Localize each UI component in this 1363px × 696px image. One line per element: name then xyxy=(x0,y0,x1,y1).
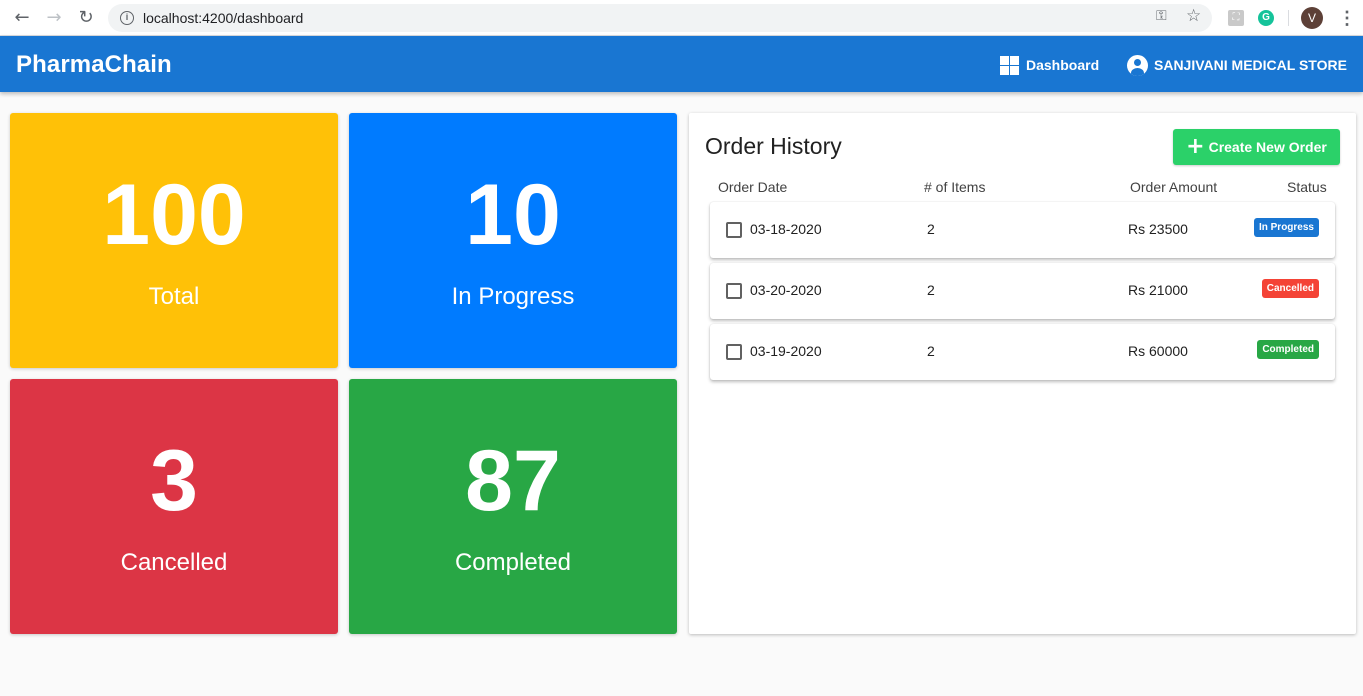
toolbar-divider xyxy=(1288,10,1289,26)
status-badge: Cancelled xyxy=(1261,279,1319,298)
dashboard-nav-button[interactable]: Dashboard xyxy=(1000,54,1099,76)
stat-value: 3 xyxy=(150,433,198,529)
status-badge: In Progress xyxy=(1253,218,1319,237)
dashboard-icon xyxy=(1000,55,1019,75)
stat-card-cancelled: 3 Cancelled xyxy=(10,379,338,634)
stat-value: 87 xyxy=(465,433,561,529)
column-header-status: Status xyxy=(1287,179,1327,195)
row-checkbox[interactable] xyxy=(726,222,742,238)
address-bar[interactable]: i localhost:4200/dashboard ⚿ ☆ xyxy=(108,4,1212,32)
account-circle-icon xyxy=(1127,54,1148,76)
table-row[interactable]: 03-18-2020 2 Rs 23500 In Progress xyxy=(710,202,1335,258)
key-icon[interactable]: ⚿ xyxy=(1156,8,1167,24)
panel-title: Order History xyxy=(705,133,842,159)
item-count: 2 xyxy=(927,343,935,359)
browser-toolbar: ← → ↻ i localhost:4200/dashboard ⚿ ☆ ⛶ G… xyxy=(0,0,1363,36)
reload-icon[interactable]: ↻ xyxy=(76,8,96,28)
column-header-items: # of Items xyxy=(924,179,986,195)
table-row[interactable]: 03-19-2020 2 Rs 60000 Completed xyxy=(710,324,1335,380)
stat-card-in-progress: 10 In Progress xyxy=(349,113,677,368)
order-amount: Rs 60000 xyxy=(1128,343,1188,359)
column-header-date: Order Date xyxy=(718,179,788,195)
create-new-order-button[interactable]: + Create New Order xyxy=(1173,129,1340,165)
item-count: 2 xyxy=(927,221,935,237)
store-name: SANJIVANI MEDICAL STORE xyxy=(1154,57,1347,73)
stat-label: Completed xyxy=(454,549,572,576)
stat-value: 100 xyxy=(102,167,246,263)
star-icon[interactable]: ☆ xyxy=(1186,6,1201,26)
extension-icon[interactable]: ⛶ xyxy=(1228,10,1244,26)
app-bar: PharmaChain Dashboard SANJIVANI MEDICAL … xyxy=(0,36,1363,92)
order-amount: Rs 21000 xyxy=(1128,282,1188,298)
order-history-panel: Order History + Create New Order Order D… xyxy=(689,113,1356,634)
forward-icon[interactable]: → xyxy=(44,8,64,28)
row-checkbox[interactable] xyxy=(726,283,742,299)
dashboard-label: Dashboard xyxy=(1026,57,1100,73)
menu-icon[interactable]: ⋮ xyxy=(1338,8,1356,28)
order-date: 03-18-2020 xyxy=(750,221,822,237)
stat-card-total: 100 Total xyxy=(10,113,338,368)
stat-card-completed: 87 Completed xyxy=(349,379,677,634)
account-button[interactable]: SANJIVANI MEDICAL STORE xyxy=(1127,54,1347,76)
back-icon[interactable]: ← xyxy=(12,8,32,28)
stat-label: In Progress xyxy=(451,283,575,310)
info-icon[interactable]: i xyxy=(120,11,134,25)
stat-label: Cancelled xyxy=(120,549,228,576)
order-date: 03-19-2020 xyxy=(750,343,822,359)
stat-value: 10 xyxy=(465,167,561,263)
table-row[interactable]: 03-20-2020 2 Rs 21000 Cancelled xyxy=(710,263,1335,319)
item-count: 2 xyxy=(927,282,935,298)
plus-icon: + xyxy=(1186,134,1205,159)
grammarly-icon[interactable]: G xyxy=(1258,10,1274,26)
stat-label: Total xyxy=(148,283,200,310)
status-badge: Completed xyxy=(1257,340,1319,359)
row-checkbox[interactable] xyxy=(726,344,742,360)
url-text[interactable]: localhost:4200/dashboard xyxy=(143,10,303,26)
brand-title[interactable]: PharmaChain xyxy=(16,51,172,79)
create-button-label: Create New Order xyxy=(1208,139,1327,155)
order-amount: Rs 23500 xyxy=(1128,221,1188,237)
profile-avatar[interactable]: V xyxy=(1301,7,1323,29)
order-date: 03-20-2020 xyxy=(750,282,822,298)
column-header-amount: Order Amount xyxy=(1130,179,1218,195)
